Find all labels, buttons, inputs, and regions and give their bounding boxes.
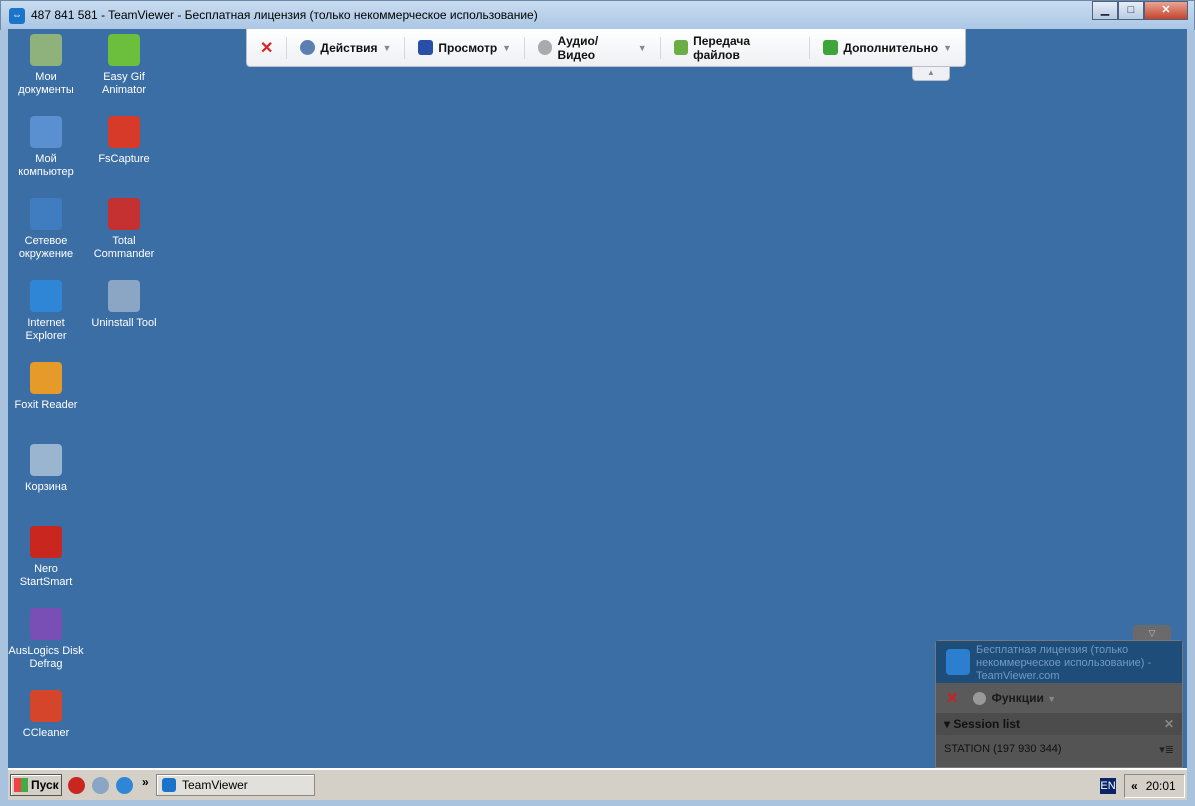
- desktop-icon[interactable]: Internet Explorer: [8, 280, 85, 343]
- app-icon: [30, 690, 62, 722]
- desktop-icon[interactable]: AusLogics Disk Defrag: [8, 608, 85, 671]
- system-tray: « 20:01: [1124, 774, 1185, 798]
- puzzle-icon: [823, 40, 839, 55]
- desktop-icon-label: FsCapture: [98, 153, 150, 165]
- uninstall-tool-quicklaunch-icon[interactable]: [92, 777, 109, 794]
- language-indicator[interactable]: EN: [1100, 778, 1116, 794]
- desktop-icon-label: Корзина: [25, 481, 67, 493]
- close-session-button[interactable]: ✕: [247, 36, 288, 59]
- close-icon[interactable]: ✕: [1164, 717, 1174, 731]
- desktop-icon[interactable]: Total Commander: [85, 198, 163, 261]
- app-icon: [108, 280, 140, 312]
- app-icon: [30, 362, 62, 394]
- session-list-header[interactable]: ▾ Session list: [944, 717, 1020, 731]
- desktop-icon-label: Мой компьютер: [18, 153, 74, 178]
- desktop-icon-label: Internet Explorer: [25, 317, 67, 342]
- desktop-icon[interactable]: Uninstall Tool: [85, 280, 163, 330]
- chevron-down-icon: ▼: [943, 42, 952, 53]
- session-item[interactable]: STATION (197 930 344) ▾≣: [936, 735, 1182, 763]
- session-menu-icon[interactable]: ▾≣: [1159, 743, 1174, 756]
- minimize-button[interactable]: ▁: [1092, 1, 1118, 20]
- app-icon: [30, 198, 62, 230]
- task-label: TeamViewer: [182, 778, 248, 792]
- internet-explorer-quicklaunch-icon[interactable]: [116, 777, 133, 794]
- desktop-icon-label: Сетевое окружение: [18, 235, 74, 260]
- webcam-icon: [538, 40, 553, 55]
- license-text[interactable]: Бесплатная лицензия (только некоммерческ…: [976, 644, 1176, 683]
- chevron-down-icon: ▼: [382, 42, 392, 53]
- desktop-icon[interactable]: Корзина: [8, 444, 85, 494]
- teamviewer-logo-icon: [946, 649, 970, 675]
- menu-label: Действия: [320, 40, 378, 55]
- teamviewer-icon: ⇔: [9, 8, 25, 24]
- session-toolbar: ✕ Действия ▼ Просмотр ▼ Аудио/Видео ▼ Перед…: [246, 29, 966, 67]
- desktop-icon[interactable]: Foxit Reader: [8, 362, 85, 412]
- chevron-down-icon: ▼: [502, 42, 512, 53]
- desktop-icon-label: Nero StartSmart: [19, 563, 73, 588]
- desktop-icon[interactable]: Мой компьютер: [8, 116, 85, 179]
- file-transfer-button[interactable]: Передача файлов: [661, 33, 811, 62]
- desktop-icon[interactable]: Сетевое окружение: [8, 198, 85, 261]
- audio-video-menu[interactable]: Аудио/Видео ▼: [525, 33, 661, 62]
- desktop-icon[interactable]: FsCapture: [85, 116, 163, 166]
- actions-menu[interactable]: Действия ▼: [287, 36, 406, 59]
- app-icon: [30, 34, 62, 66]
- gear-icon: [300, 40, 316, 55]
- chevron-down-icon: ▼: [637, 42, 647, 53]
- app-icon: [30, 444, 62, 476]
- panel-collapse-button[interactable]: ▽: [1133, 625, 1171, 641]
- teamviewer-panel: Бесплатная лицензия (только некоммерческ…: [935, 640, 1183, 768]
- close-session-button[interactable]: ✕: [946, 689, 959, 707]
- desktop-icon-label: Foxit Reader: [14, 399, 78, 411]
- app-icon: [108, 116, 140, 148]
- desktop-icon-label: AusLogics Disk Defrag: [8, 645, 84, 670]
- window-titlebar[interactable]: ⇔ 487 841 581 - TeamViewer - Бесплатная …: [0, 0, 1195, 30]
- taskbar-button-teamviewer[interactable]: TeamViewer: [156, 774, 315, 796]
- session-name: STATION (197 930 344): [944, 743, 1062, 755]
- maximize-button[interactable]: □: [1118, 1, 1144, 20]
- desktop-icon[interactable]: Easy Gif Animator: [85, 34, 163, 97]
- app-icon: [30, 280, 62, 312]
- nero-quicklaunch-icon[interactable]: [68, 777, 85, 794]
- desktop-icon-label: Uninstall Tool: [91, 317, 157, 329]
- start-button[interactable]: Пуск: [10, 774, 62, 796]
- remote-desktop[interactable]: Мои документы Easy Gif Animator Мой компью…: [8, 29, 1187, 768]
- windows-logo-icon: [14, 778, 28, 792]
- desktop-icon-label: Мои документы: [18, 71, 74, 96]
- desktop-icon-label: CCleaner: [22, 727, 70, 739]
- app-icon: [30, 526, 62, 558]
- start-label: Пуск: [31, 778, 59, 792]
- functions-menu[interactable]: Функции ▼: [972, 690, 1057, 706]
- toolbar-collapse-button[interactable]: ▲: [912, 67, 950, 81]
- app-icon: [30, 116, 62, 148]
- desktop-icon[interactable]: Мои документы: [8, 34, 85, 97]
- menu-label: Передача файлов: [693, 33, 751, 62]
- functions-label: Функции: [991, 690, 1044, 705]
- teamviewer-icon: [162, 778, 176, 792]
- menu-label: Аудио/Видео: [557, 33, 599, 62]
- close-icon: ✕: [260, 39, 274, 57]
- close-button[interactable]: ✕: [1144, 1, 1188, 20]
- session-list-title: Session list: [953, 717, 1021, 731]
- app-icon: [30, 608, 62, 640]
- menu-label: Дополнительно: [843, 40, 939, 55]
- desktop-icon[interactable]: Nero StartSmart: [8, 526, 85, 589]
- taskbar: Пуск » TeamViewer EN « 20:01: [8, 768, 1187, 800]
- app-icon: [108, 34, 140, 66]
- desktop-icon-label: Easy Gif Animator: [101, 71, 147, 96]
- tray-expand-button[interactable]: «: [1131, 779, 1138, 793]
- quicklaunch-more-button[interactable]: »: [142, 775, 149, 789]
- window-title: 487 841 581 - TeamViewer - Бесплатная ли…: [31, 8, 538, 22]
- view-menu[interactable]: Просмотр ▼: [405, 36, 526, 59]
- clock[interactable]: 20:01: [1146, 779, 1176, 793]
- chevron-down-icon: ▼: [1047, 693, 1057, 704]
- menu-label: Просмотр: [438, 40, 498, 55]
- monitor-icon: [418, 40, 434, 55]
- desktop-icon[interactable]: CCleaner: [8, 690, 85, 740]
- app-icon: [108, 198, 140, 230]
- webcam-icon: [972, 692, 986, 706]
- file-transfer-icon: [673, 40, 689, 55]
- extras-menu[interactable]: Дополнительно ▼: [810, 37, 965, 59]
- desktop-icon-label: Total Commander: [93, 235, 155, 260]
